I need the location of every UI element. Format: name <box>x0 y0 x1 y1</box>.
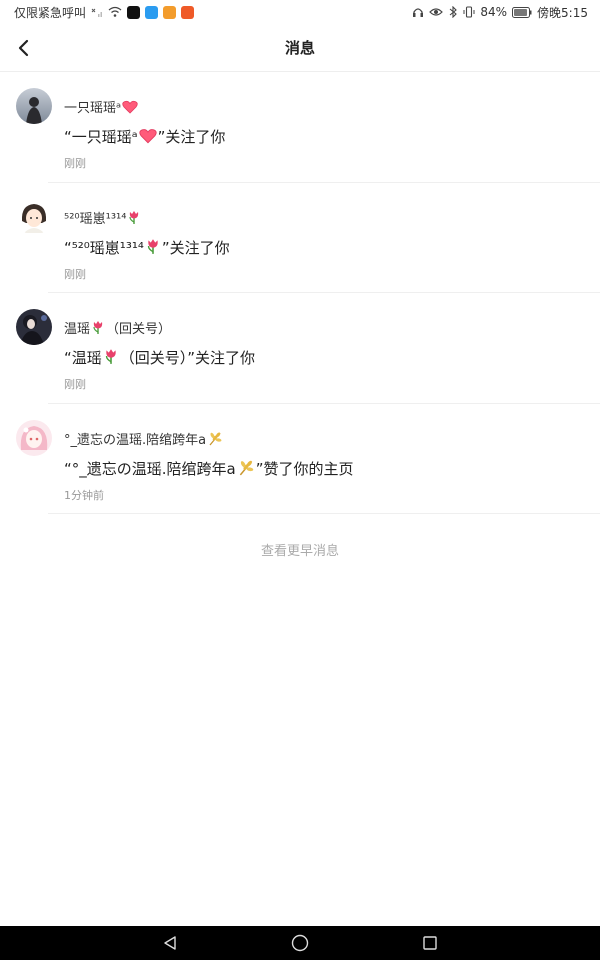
wheat-icon <box>209 431 222 445</box>
message-item[interactable]: ⁵²⁰瑶崽¹³¹⁴ “⁵²⁰瑶崽¹³¹⁴ ”关注了你 刚刚 <box>0 183 600 293</box>
message-text: “温瑶 （回关号）”关注了你 <box>64 349 256 367</box>
sender-name: ⁵²⁰瑶崽¹³¹⁴ <box>64 208 142 227</box>
tulip-icon <box>147 238 158 254</box>
battery-percent: 84% <box>480 5 508 19</box>
heart-icon <box>139 129 157 144</box>
message-list: 一只瑶瑶ᵃ “一只瑶瑶ᵃ ”关注了你 刚刚 ⁵²⁰瑶崽¹³¹⁴ “⁵²⁰瑶崽¹³¹… <box>0 72 600 514</box>
message-time: 刚刚 <box>64 378 86 391</box>
back-button[interactable] <box>12 36 36 60</box>
avatar[interactable] <box>16 419 52 456</box>
bluetooth-icon <box>450 6 458 18</box>
message-text: “一只瑶瑶ᵃ ”关注了你 <box>64 128 226 146</box>
nav-back-button[interactable] <box>160 933 180 953</box>
carrier-text: 仅限紧急呼叫 <box>14 5 87 20</box>
circle-home-icon <box>291 934 309 952</box>
avatar[interactable] <box>16 198 52 235</box>
headset-icon <box>413 8 424 17</box>
sender-name: °_遗忘の温瑶.陪绾跨年a <box>64 429 224 448</box>
capcut-app-icon <box>127 5 141 19</box>
wheat-icon <box>239 460 254 475</box>
sender-name: 温瑶 （回关号） <box>64 318 171 337</box>
navigation-bar <box>0 926 600 960</box>
nav-home-button[interactable] <box>290 933 310 953</box>
battery-icon <box>512 6 532 18</box>
wifi-icon <box>108 6 122 17</box>
tulip-icon <box>105 349 116 364</box>
message-text: “⁵²⁰瑶崽¹³¹⁴ ”关注了你 <box>64 238 230 257</box>
vibrate-icon <box>463 6 475 18</box>
video-app-icon <box>163 5 177 19</box>
message-item[interactable]: 温瑶 （回关号） “温瑶 （回关号）”关注了你 刚刚 <box>0 293 600 404</box>
chevron-left-icon <box>18 39 29 57</box>
clock: 傍晚5:15 <box>537 5 588 20</box>
nav-recents-button[interactable] <box>420 933 440 953</box>
message-time: 刚刚 <box>64 267 86 281</box>
message-time: 1分钟前 <box>64 488 104 502</box>
page-title: 消息 <box>284 39 315 57</box>
triangle-back-icon <box>164 936 176 950</box>
message-time: 刚刚 <box>64 157 86 170</box>
square-recents-icon <box>423 936 437 950</box>
message-item[interactable]: 一只瑶瑶ᵃ “一只瑶瑶ᵃ ”关注了你 刚刚 <box>0 72 600 183</box>
avatar[interactable] <box>16 309 52 345</box>
eye-icon <box>429 8 444 16</box>
tulip-icon <box>129 210 139 224</box>
status-right: 84% 傍晚5:15 <box>412 4 588 21</box>
tulip-icon <box>93 321 103 334</box>
status-left: 仅限紧急呼叫 <box>14 4 195 21</box>
sender-name: 一只瑶瑶ᵃ <box>64 97 139 116</box>
heart-icon <box>122 100 138 114</box>
view-earlier-messages-link[interactable]: 查看更早消息 <box>0 540 600 559</box>
divider <box>48 513 600 514</box>
game-app-icon <box>181 5 195 19</box>
qq-app-icon <box>145 5 159 19</box>
no-signal-icon <box>91 8 103 17</box>
message-text: “°_遗忘の温瑶.陪绾跨年a ”赞了你的主页 <box>64 459 354 478</box>
avatar[interactable] <box>16 88 52 124</box>
header: 消息 <box>0 24 600 72</box>
message-item[interactable]: °_遗忘の温瑶.陪绾跨年a “°_遗忘の温瑶.陪绾跨年a ”赞了你的主页 1分钟前 <box>0 404 600 514</box>
status-bar: 仅限紧急呼叫 84% 傍晚5:15 <box>0 0 600 24</box>
